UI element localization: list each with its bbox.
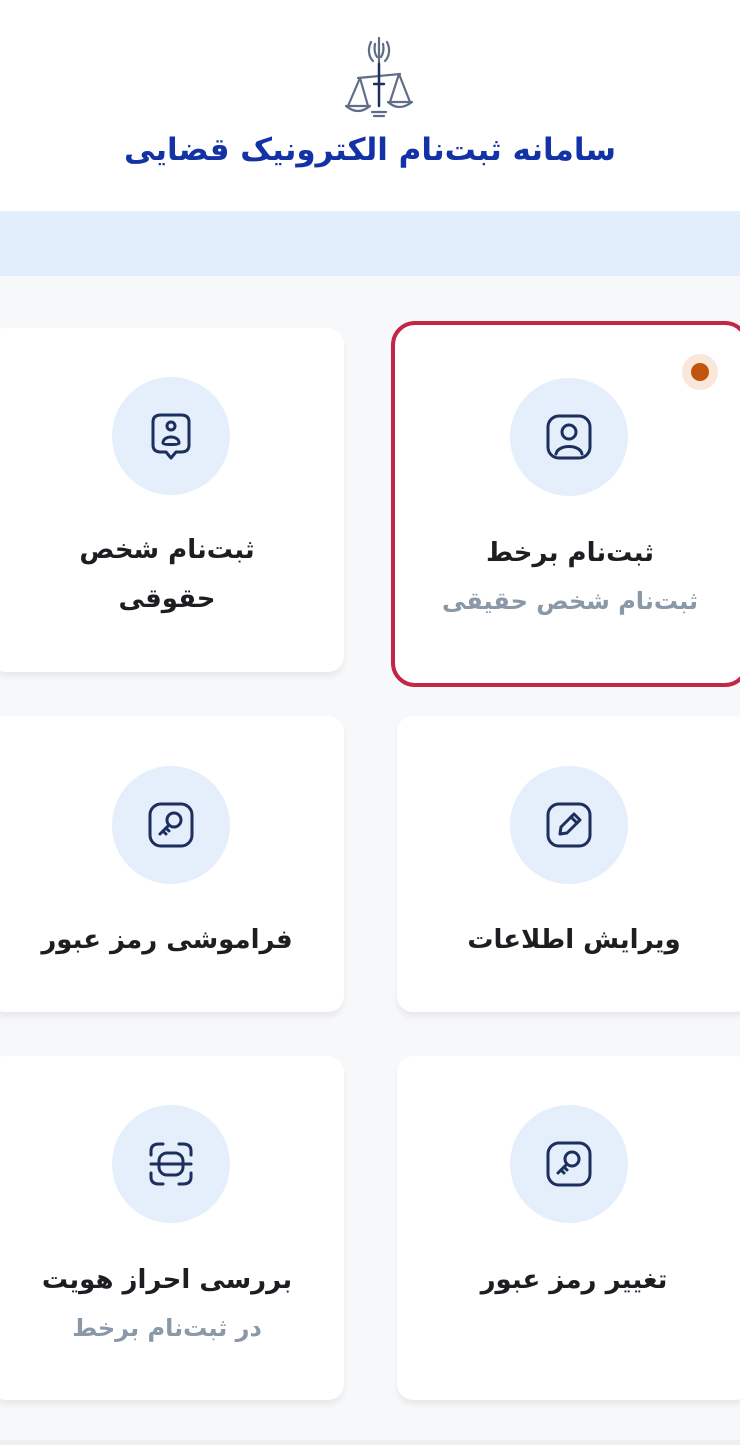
- notification-dot-inner: [691, 363, 709, 381]
- change-password-card[interactable]: تغییر رمز عبور: [397, 1056, 740, 1400]
- forgot-password-title: فراموشی رمز عبور: [41, 925, 293, 955]
- legal-person-title-line1: ثبت‌نام شخص: [79, 535, 255, 565]
- key-icon: [148, 802, 194, 848]
- face-scan-icon: [149, 1142, 193, 1186]
- identity-check-title: بررسی احراز هویت: [41, 1265, 293, 1295]
- legal-person-title-line2: حقوقی: [118, 584, 216, 614]
- change-password-icon-circle: [510, 1105, 628, 1223]
- edit-pencil-icon: [546, 802, 592, 848]
- online-registration-card[interactable]: ثبت‌نام برخط ثبت‌نام شخص حقیقی: [391, 321, 740, 687]
- user-profile-icon: [546, 414, 592, 460]
- key-icon: [546, 1141, 592, 1187]
- forgot-password-card[interactable]: فراموشی رمز عبور: [0, 716, 344, 1012]
- online-registration-subtitle: ثبت‌نام شخص حقیقی: [441, 587, 699, 615]
- edit-icon-circle: [510, 766, 628, 884]
- header: سامانه ثبت‌نام الکترونیک قضایی: [0, 0, 740, 211]
- legal-person-registration-card[interactable]: ثبت‌نام شخص حقوقی: [0, 328, 344, 672]
- identity-check-icon-circle: [112, 1105, 230, 1223]
- change-password-title: تغییر رمز عبور: [480, 1265, 668, 1295]
- page: سامانه ثبت‌نام الکترونیک قضایی ثبت‌نام ب…: [0, 0, 740, 1445]
- edit-info-card[interactable]: ویرایش اطلاعات: [397, 716, 740, 1012]
- user-profile-icon-circle: [510, 378, 628, 496]
- legal-person-badge-icon: [151, 413, 191, 460]
- identity-check-card[interactable]: بررسی احراز هویت در ثبت‌نام برخط: [0, 1056, 344, 1400]
- forgot-password-icon-circle: [112, 766, 230, 884]
- online-registration-title: ثبت‌نام برخط: [485, 538, 655, 568]
- identity-check-subtitle: در ثبت‌نام برخط: [72, 1314, 262, 1342]
- edit-info-title: ویرایش اطلاعات: [467, 925, 681, 955]
- judiciary-emblem-icon: [344, 36, 414, 118]
- legal-person-icon-circle: [112, 377, 230, 495]
- page-title: سامانه ثبت‌نام الکترونیک قضایی: [124, 132, 616, 168]
- info-banner: [0, 211, 740, 276]
- notification-dot: [682, 354, 718, 390]
- bottom-divider: [0, 1440, 740, 1445]
